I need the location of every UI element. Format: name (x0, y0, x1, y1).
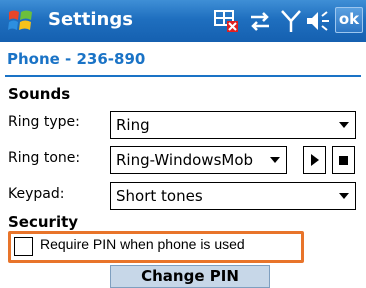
require-pin-label[interactable]: Require PIN when phone is used (40, 236, 245, 252)
change-pin-button[interactable]: Change PIN (110, 265, 270, 288)
sounds-heading: Sounds (8, 85, 71, 103)
stop-icon (339, 156, 348, 165)
signal-antenna-icon[interactable] (280, 8, 302, 34)
windows-flag-icon[interactable] (6, 6, 36, 36)
require-pin-checkbox[interactable] (14, 237, 33, 256)
header-divider (5, 75, 361, 77)
chevron-down-icon (270, 157, 280, 163)
data-arrows-icon[interactable] (247, 8, 273, 34)
play-icon (311, 154, 319, 166)
volume-icon[interactable] (304, 8, 332, 34)
ring-type-label: Ring type: (8, 114, 80, 130)
ring-tone-select[interactable]: Ring-WindowsMob (110, 146, 287, 174)
window-title: Settings (48, 9, 133, 30)
chevron-down-icon (339, 193, 349, 199)
keypad-select[interactable]: Short tones (110, 182, 356, 210)
ring-tone-label: Ring tone: (8, 150, 81, 166)
security-heading: Security (8, 213, 79, 231)
ring-tone-value: Ring-WindowsMob (116, 151, 254, 169)
page-header: Phone - 236-890 (0, 42, 366, 74)
ok-button[interactable]: ok (335, 7, 363, 33)
stop-button[interactable] (332, 146, 355, 174)
ring-type-value: Ring (116, 116, 150, 134)
chevron-down-icon (339, 122, 349, 128)
ring-type-select[interactable]: Ring (110, 111, 356, 139)
connectivity-icon[interactable] (214, 8, 240, 34)
title-bar: Settings ok (0, 0, 366, 42)
keypad-label: Keypad: (8, 186, 65, 202)
play-button[interactable] (303, 146, 326, 174)
page-title: Phone - 236-890 (7, 50, 146, 68)
keypad-value: Short tones (116, 187, 203, 205)
